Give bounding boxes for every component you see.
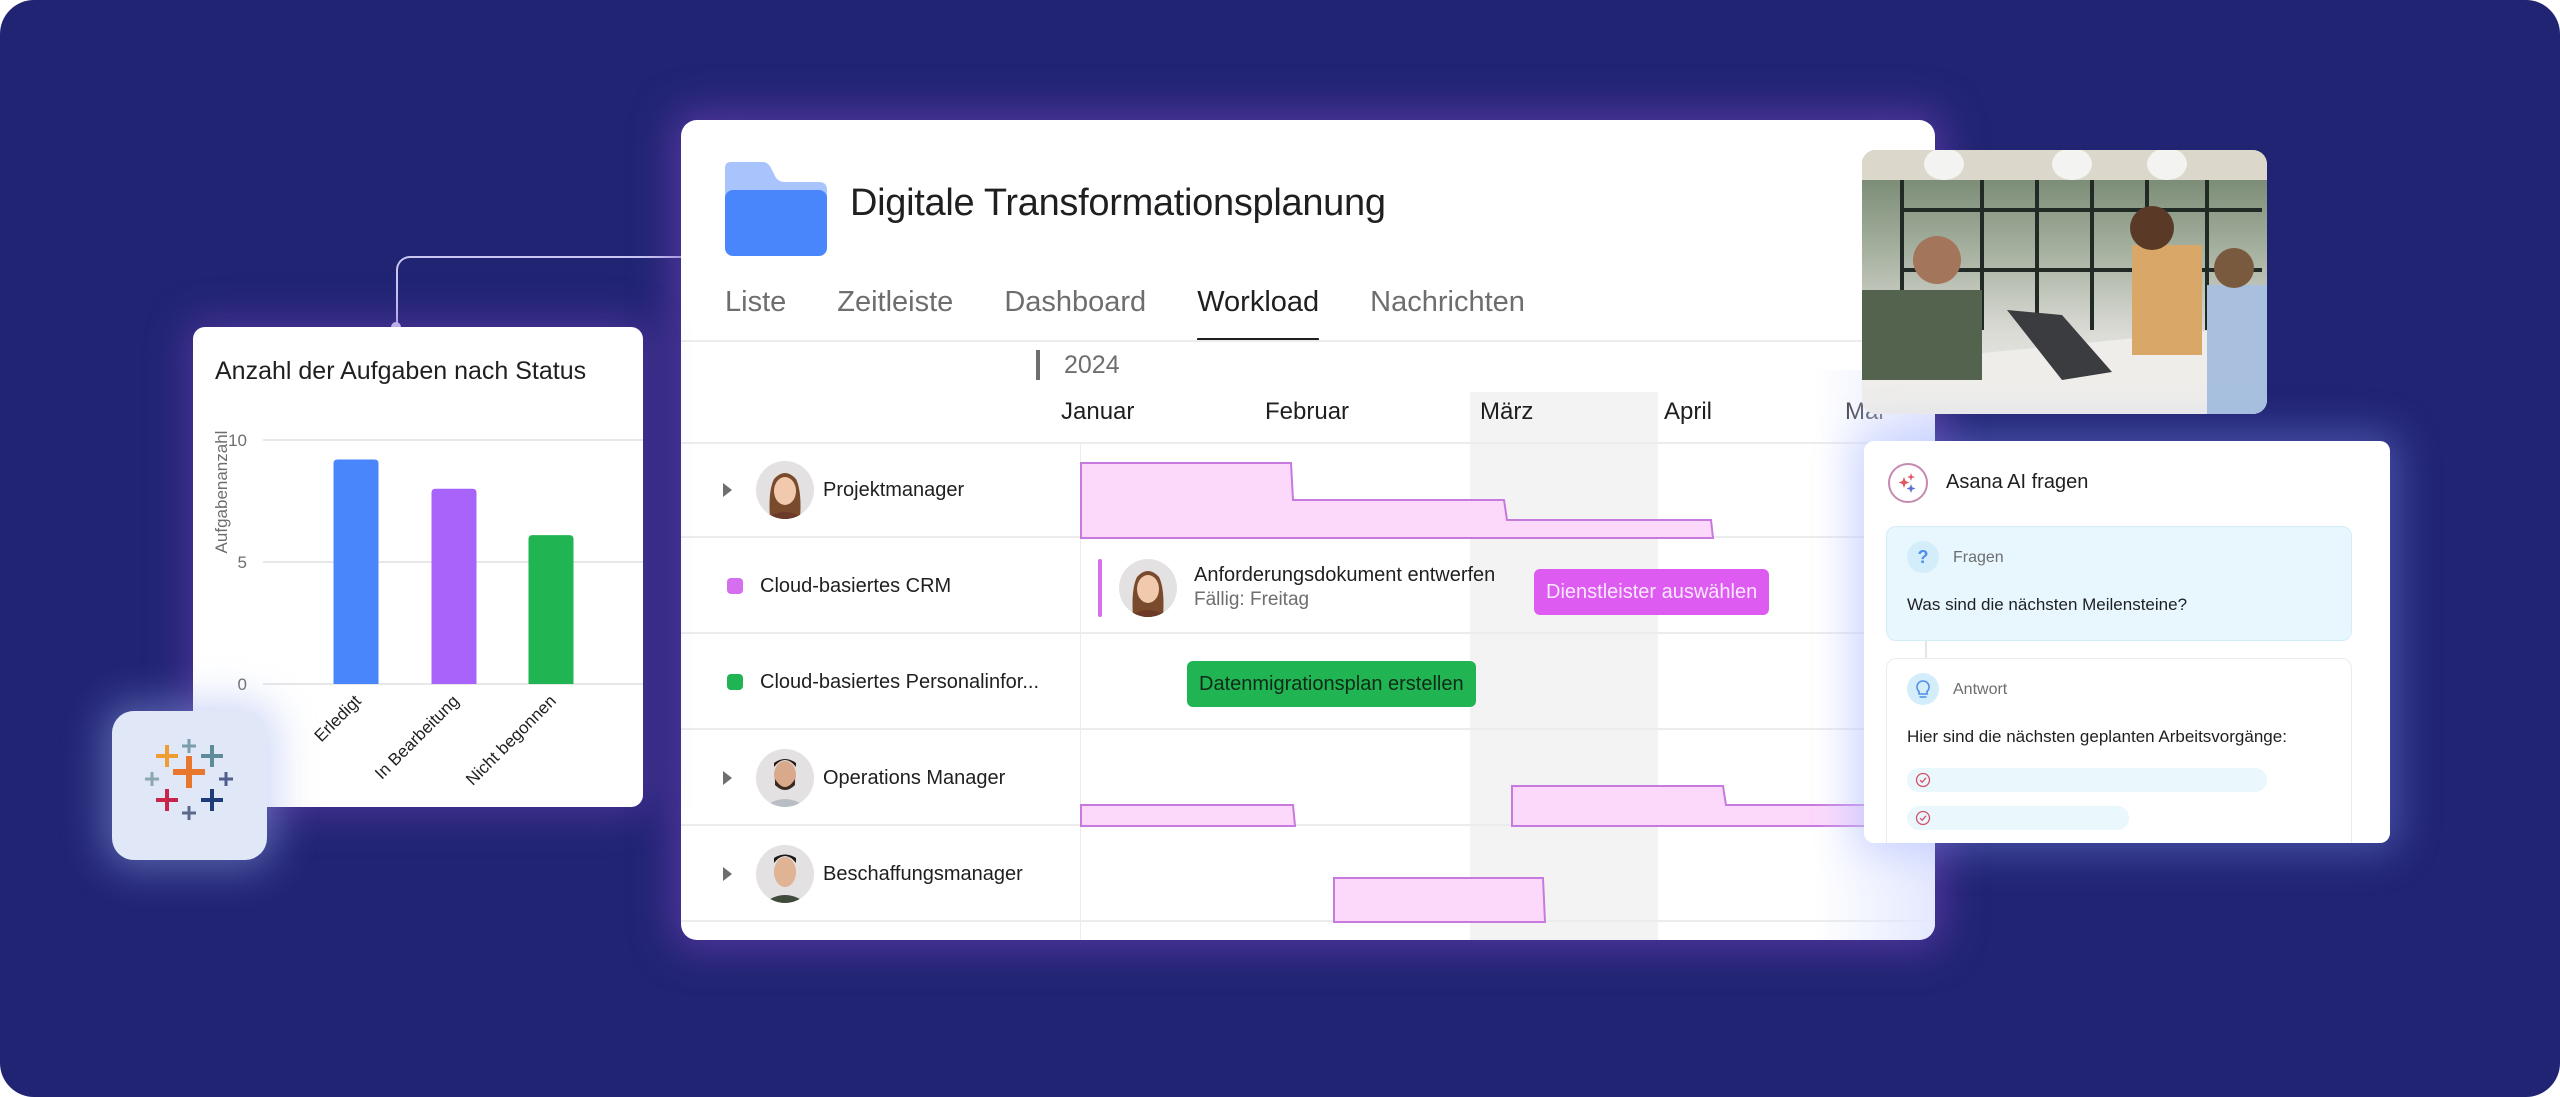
x-tick-label: Nicht begonnen <box>462 691 560 789</box>
task-title[interactable]: Anforderungsdokument entwerfen <box>1194 564 1495 587</box>
x-tick-label: In Bearbeitung <box>371 691 463 783</box>
task-pill-datenmigration[interactable]: Datenmigrationsplan erstellen <box>1187 661 1476 707</box>
x-tick-label: Erledigt <box>311 691 365 745</box>
ai-sparkle-icon <box>1888 463 1928 503</box>
workload-area-beschaffung <box>1333 877 1547 923</box>
hero-background: Digitale Transformationsplanung Liste Ze… <box>0 0 2560 1097</box>
question-label: Fragen <box>1953 549 2004 566</box>
y-tick-label: 5 <box>238 553 247 572</box>
question-text: Was sind die nächsten Meilensteine? <box>1907 595 2188 614</box>
answer-text: Hier sind die nächsten geplanten Arbeits… <box>1907 727 2287 746</box>
y-tick-label: 0 <box>238 675 247 694</box>
bar-in-bearbeitung[interactable] <box>431 488 477 684</box>
asana-ai-panel: Asana AI fragen ? Fragen Was sind die nä… <box>1864 441 2390 843</box>
project-workload-window: Digitale Transformationsplanung Liste Ze… <box>681 120 1935 940</box>
ai-panel-title: Asana AI fragen <box>1946 471 2089 493</box>
answer-bubble: Antwort Hier sind die nächsten geplanten… <box>1886 658 2352 843</box>
workload-chart <box>1080 462 1935 923</box>
question-bubble: ? Fragen Was sind die nächsten Meilenste… <box>1886 526 2352 641</box>
y-axis-label: Aufgabenanzahl <box>212 431 231 554</box>
workload-area-projektmanager <box>1080 462 1715 539</box>
question-mark-icon: ? <box>1907 541 1939 573</box>
team-photo <box>1862 150 2267 414</box>
thread-connector <box>1925 641 1927 658</box>
workload-area-operations <box>1080 804 1297 827</box>
tableau-integration-tile[interactable] <box>112 711 267 860</box>
answer-item-placeholder <box>1907 768 2267 792</box>
check-circle-icon <box>1915 772 1931 788</box>
bar-erledigt[interactable] <box>333 459 379 684</box>
answer-item-placeholder <box>1907 806 2129 830</box>
tableau-logo-icon <box>145 739 233 820</box>
connector-line <box>396 256 692 328</box>
lightbulb-icon <box>1907 673 1939 705</box>
task-pill-dienstleister[interactable]: Dienstleister auswählen <box>1534 569 1770 615</box>
bar-nicht-begonnen[interactable] <box>528 535 574 684</box>
task-indicator <box>1098 559 1102 617</box>
check-circle-icon <box>1915 810 1931 826</box>
answer-label: Antwort <box>1953 681 2008 698</box>
task-due-date: Fällig: Freitag <box>1194 589 1310 610</box>
task-assignee-avatar <box>1119 559 1177 617</box>
